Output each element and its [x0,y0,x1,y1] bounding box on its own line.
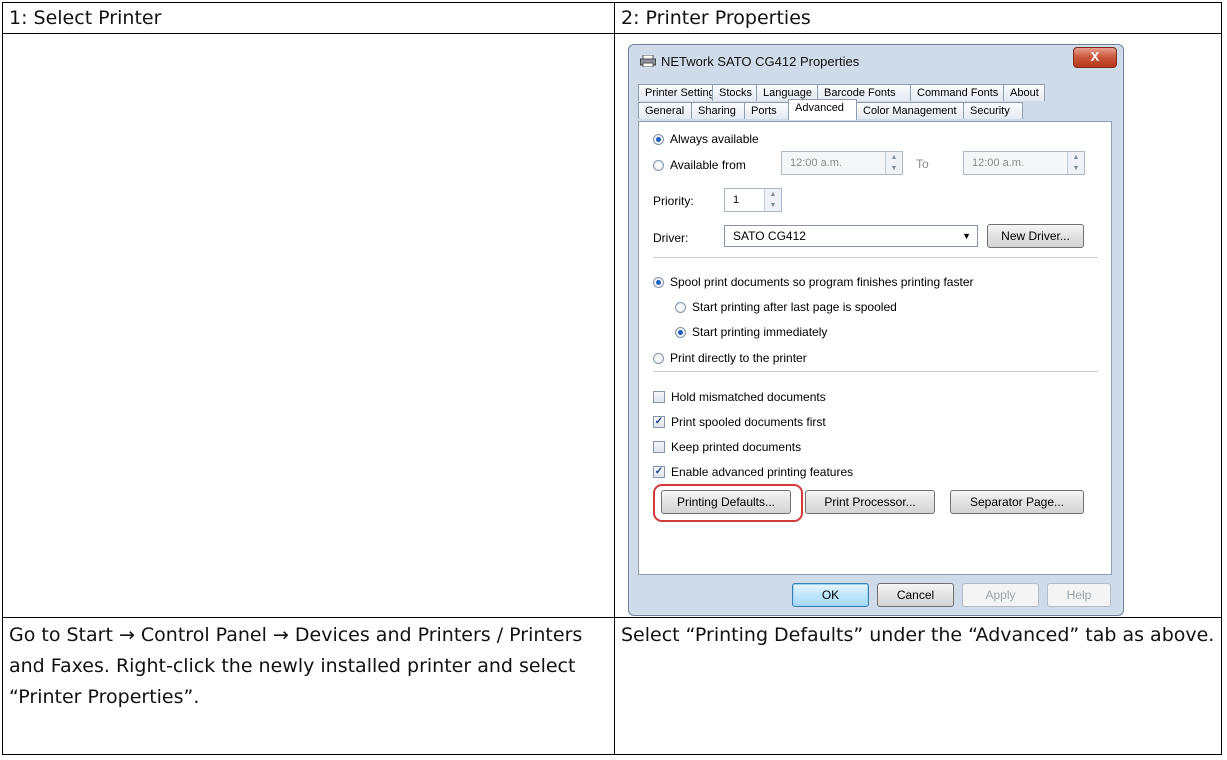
divider [653,257,1098,258]
tab-general[interactable]: General [638,102,692,119]
tab-about[interactable]: About [1003,84,1045,101]
tab-printer-settings[interactable]: Printer Settings [638,84,720,101]
divider [653,371,1098,372]
close-button[interactable]: X [1073,47,1117,68]
keep-printed-checkbox[interactable]: Keep printed documents [653,440,801,454]
print-spooled-first-checkbox[interactable]: ✓ Print spooled documents first [653,415,826,429]
tab-sharing[interactable]: Sharing [691,102,745,119]
always-available-option[interactable]: Always available [653,132,759,146]
keep-printed-label: Keep printed documents [671,440,802,454]
start-immediately-option[interactable]: Start printing immediately [675,325,827,339]
from-time-spinner[interactable]: 12:00 a.m. ▲ ▼ [781,151,903,175]
tab-stocks[interactable]: Stocks [712,84,757,101]
printer-properties-dialog: NETwork SATO CG412 Properties X Printer … [628,44,1124,616]
checkbox-checked-icon: ✓ [653,466,665,478]
dialog-title: NETwork SATO CG412 Properties [661,54,860,69]
print-spooled-first-label: Print spooled documents first [671,415,826,429]
driver-select[interactable]: SATO CG412 ▼ [724,225,978,247]
spin-arrows-icon[interactable]: ▲ ▼ [1067,152,1084,174]
step1-image-cell [2,33,615,618]
radio-unselected-icon [653,159,664,171]
radio-selected-icon [653,133,664,145]
apply-button[interactable]: Apply [962,583,1039,607]
priority-spinner[interactable]: 1 ▲ ▼ [724,188,782,212]
to-label: To [916,157,929,171]
hold-mismatched-checkbox[interactable]: Hold mismatched documents [653,390,826,404]
spin-arrows-icon[interactable]: ▲ ▼ [885,152,902,174]
print-directly-label: Print directly to the printer [670,351,807,365]
tab-strip: Printer Settings Stocks Language Barcode… [638,84,1110,124]
new-driver-button[interactable]: New Driver... [987,224,1084,248]
tab-row-2: General Sharing Ports Advanced Color Man… [638,99,1023,120]
radio-selected-icon [653,276,664,288]
printer-icon [640,55,656,67]
dialog-titlebar: NETwork SATO CG412 Properties X [629,45,1123,75]
instruction-table: 1: Select Printer 2: Printer Properties … [2,2,1222,755]
step1-header: 1: Select Printer [2,2,615,34]
enable-advanced-checkbox[interactable]: ✓ Enable advanced printing features [653,465,853,479]
step2-screenshot-cell: NETwork SATO CG412 Properties X Printer … [614,33,1222,618]
tab-command-fonts[interactable]: Command Fonts [910,84,1004,101]
print-processor-button[interactable]: Print Processor... [805,490,935,514]
available-from-label: Available from [670,158,746,172]
to-time-value: 12:00 a.m. [972,157,1024,169]
radio-selected-icon [675,326,686,338]
radio-unselected-icon [675,301,686,313]
priority-label: Priority: [653,194,694,208]
radio-unselected-icon [653,352,664,364]
spin-arrows-icon[interactable]: ▲ ▼ [764,189,781,211]
chevron-down-icon: ▼ [962,231,971,241]
step2-header: 2: Printer Properties [614,2,1222,34]
spool-option[interactable]: Spool print documents so program finishe… [653,275,974,289]
start-after-last-page-label: Start printing after last page is spoole… [692,300,897,314]
printing-defaults-button[interactable]: Printing Defaults... [661,490,791,514]
help-button[interactable]: Help [1047,583,1111,607]
separator-page-button[interactable]: Separator Page... [950,490,1084,514]
driver-label: Driver: [653,231,689,245]
print-directly-option[interactable]: Print directly to the printer [653,351,807,365]
ok-button[interactable]: OK [792,583,869,607]
start-after-last-page-option[interactable]: Start printing after last page is spoole… [675,300,897,314]
tab-security[interactable]: Security [963,102,1023,119]
tab-advanced[interactable]: Advanced [788,99,857,120]
advanced-tab-panel: Always available Available from 12:00 a.… [638,121,1112,575]
start-immediately-label: Start printing immediately [692,325,828,339]
checkbox-checked-icon: ✓ [653,416,665,428]
from-time-value: 12:00 a.m. [790,157,842,169]
cancel-button[interactable]: Cancel [877,583,954,607]
spool-label: Spool print documents so program finishe… [670,275,974,289]
to-time-spinner[interactable]: 12:00 a.m. ▲ ▼ [963,151,1085,175]
priority-value: 1 [733,194,740,206]
available-from-option[interactable]: Available from [653,158,746,172]
always-available-label: Always available [670,132,759,146]
checkbox-unchecked-icon [653,391,665,403]
checkbox-unchecked-icon [653,441,665,453]
step1-description: Go to Start → Control Panel → Devices an… [2,617,615,755]
tab-color-management[interactable]: Color Management [856,102,964,119]
document-page: 1: Select Printer 2: Printer Properties … [0,0,1227,760]
hold-mismatched-label: Hold mismatched documents [671,390,826,404]
enable-advanced-label: Enable advanced printing features [671,465,854,479]
step2-description: Select “Printing Defaults” under the “Ad… [614,617,1222,755]
tab-ports[interactable]: Ports [744,102,789,119]
driver-value: SATO CG412 [733,229,806,243]
